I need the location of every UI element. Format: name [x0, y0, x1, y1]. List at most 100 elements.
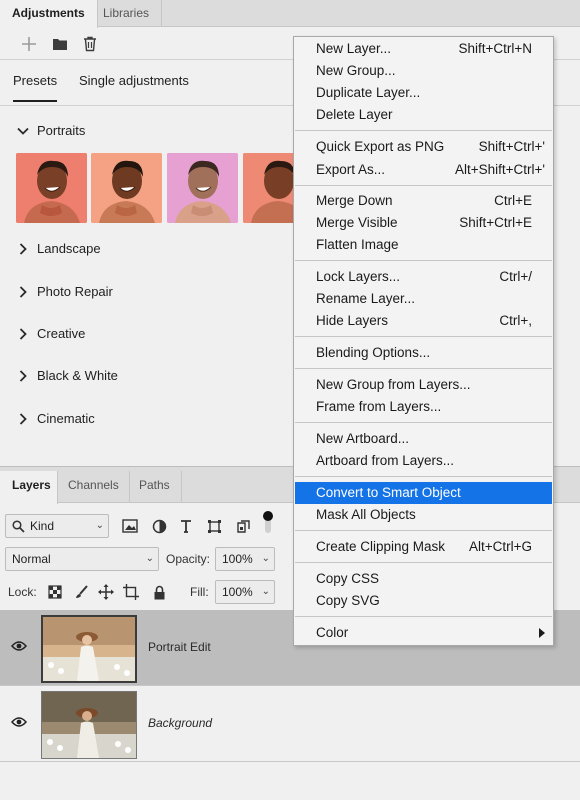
menu-item-quick-export-png[interactable]: Quick Export as PNG Shift+Ctrl+' [295, 136, 552, 158]
opacity-input[interactable]: 100% ⌄ [215, 547, 275, 571]
folder-icon[interactable] [50, 34, 70, 54]
adjustment-layer-filter-icon[interactable] [150, 517, 168, 535]
menu-item-label: Frame from Layers... [316, 399, 442, 414]
lock-position-icon[interactable] [97, 583, 115, 601]
opacity-label: Opacity: [166, 552, 211, 566]
adjustments-tabbar: Adjustments Libraries [0, 0, 580, 28]
menu-separator [295, 422, 552, 423]
lock-transparent-pixels-icon[interactable] [46, 583, 64, 601]
menu-item-label: Delete Layer [316, 107, 393, 122]
lock-all-icon[interactable] [150, 583, 168, 601]
menu-item-shortcut: Ctrl+E [494, 193, 532, 208]
menu-item-duplicate-layer[interactable]: Duplicate Layer... [295, 82, 552, 104]
menu-separator [295, 130, 552, 131]
menu-item-lock-layers[interactable]: Lock Layers... Ctrl+/ [295, 266, 552, 288]
layer-thumbnail[interactable] [41, 615, 137, 683]
add-icon[interactable] [19, 34, 39, 54]
preset-thumbnail[interactable] [16, 153, 87, 223]
menu-item-new-artboard[interactable]: New Artboard... [295, 428, 552, 450]
blend-mode-dropdown[interactable]: Normal ⌄ [5, 547, 159, 571]
menu-item-label: Rename Layer... [316, 291, 416, 306]
smart-object-filter-icon[interactable] [234, 517, 252, 535]
fill-input[interactable]: 100% ⌄ [215, 580, 275, 604]
menu-separator [295, 530, 552, 531]
menu-item-shortcut: Ctrl+, [499, 313, 532, 328]
layer-thumbnail[interactable] [41, 691, 137, 759]
preset-group-label: Landscape [37, 241, 101, 256]
layer-context-menu: New Layer... Shift+Ctrl+N New Group... Du… [293, 36, 554, 646]
menu-item-copy-svg[interactable]: Copy SVG [295, 590, 552, 612]
tab-paths[interactable]: Paths [130, 471, 182, 503]
menu-item-label: Merge Down [316, 193, 393, 208]
menu-item-convert-to-smart-object[interactable]: Convert to Smart Object [295, 482, 552, 504]
menu-item-label: New Layer... [316, 41, 392, 56]
menu-item-new-group-from-layers[interactable]: New Group from Layers... [295, 374, 552, 396]
chevron-right-icon [19, 370, 27, 382]
menu-item-shortcut: Shift+Ctrl+' [478, 139, 545, 154]
menu-item-label: Copy SVG [316, 593, 380, 608]
subtab-presets[interactable]: Presets [13, 73, 58, 102]
pixel-layer-filter-icon[interactable] [121, 517, 139, 535]
menu-item-hide-layers[interactable]: Hide Layers Ctrl+, [295, 310, 552, 332]
tab-channels[interactable]: Channels [58, 471, 130, 503]
chevron-right-icon [19, 243, 27, 255]
menu-item-label: Color [316, 625, 349, 640]
menu-item-merge-down[interactable]: Merge Down Ctrl+E [295, 190, 552, 212]
fill-value: 100% [222, 585, 253, 599]
menu-item-create-clipping-mask[interactable]: Create Clipping Mask Alt+Ctrl+G [295, 536, 552, 558]
menu-separator [295, 185, 552, 186]
tab-adjustments[interactable]: Adjustments [0, 0, 98, 28]
lock-image-pixels-icon[interactable] [72, 583, 90, 601]
eye-icon[interactable] [11, 716, 27, 728]
menu-item-label: Copy CSS [316, 571, 380, 586]
layer-name[interactable]: Background [148, 716, 212, 730]
preset-group-label: Photo Repair [37, 284, 113, 299]
chevron-right-icon [19, 413, 27, 425]
menu-separator [295, 476, 552, 477]
menu-item-merge-visible[interactable]: Merge Visible Shift+Ctrl+E [295, 212, 552, 234]
preset-thumbnail[interactable] [167, 153, 238, 223]
menu-item-flatten-image[interactable]: Flatten Image [295, 234, 552, 256]
shape-layer-filter-icon[interactable] [205, 517, 223, 535]
menu-separator [295, 562, 552, 563]
filter-toggle-switch[interactable] [261, 511, 275, 533]
tab-libraries[interactable]: Libraries [91, 0, 163, 27]
chevron-right-icon [19, 328, 27, 340]
menu-item-label: Duplicate Layer... [316, 85, 421, 100]
blend-mode-value: Normal [12, 552, 51, 566]
menu-item-new-group[interactable]: New Group... [295, 60, 552, 82]
menu-item-artboard-from-layers[interactable]: Artboard from Layers... [295, 450, 552, 472]
portrait-preset-thumbnails [16, 153, 306, 223]
menu-item-export-as[interactable]: Export As... Alt+Shift+Ctrl+' [295, 159, 552, 181]
trash-icon[interactable] [80, 34, 100, 54]
menu-item-new-layer[interactable]: New Layer... Shift+Ctrl+N [295, 38, 552, 60]
type-layer-filter-icon[interactable] [177, 517, 195, 535]
menu-item-rename-layer[interactable]: Rename Layer... [295, 288, 552, 310]
kind-filter-dropdown[interactable]: Kind ⌄ [5, 514, 109, 538]
menu-item-color[interactable]: Color [295, 622, 552, 644]
menu-item-blending-options[interactable]: Blending Options... [295, 342, 552, 364]
menu-item-label: Lock Layers... [316, 269, 401, 284]
lock-artboard-icon[interactable] [122, 583, 140, 601]
layer-name[interactable]: Portrait Edit [148, 640, 211, 654]
menu-item-label: Export As... [316, 162, 386, 177]
menu-item-shortcut: Shift+Ctrl+E [459, 215, 532, 230]
subtab-single-adjustments[interactable]: Single adjustments [79, 73, 189, 88]
fill-label: Fill: [190, 585, 209, 599]
menu-item-mask-all-objects[interactable]: Mask All Objects [295, 504, 552, 526]
lock-label: Lock: [8, 585, 37, 599]
preset-group-label: Cinematic [37, 411, 95, 426]
menu-separator [295, 336, 552, 337]
chevron-down-icon [17, 127, 29, 135]
eye-icon[interactable] [11, 640, 27, 652]
preset-group-label: Black & White [37, 368, 118, 383]
chevron-down-icon: ⌄ [145, 553, 154, 564]
menu-item-label: Blending Options... [316, 345, 431, 360]
menu-item-frame-from-layers[interactable]: Frame from Layers... [295, 396, 552, 418]
menu-separator [295, 368, 552, 369]
tab-layers[interactable]: Layers [0, 471, 58, 504]
menu-item-copy-css[interactable]: Copy CSS [295, 568, 552, 590]
layer-row-background[interactable]: Background [0, 686, 580, 762]
preset-thumbnail[interactable] [91, 153, 162, 223]
menu-item-delete-layer[interactable]: Delete Layer [295, 104, 552, 126]
